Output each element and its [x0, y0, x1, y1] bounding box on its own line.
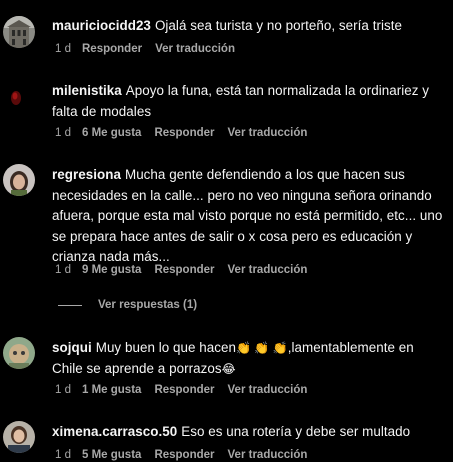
view-replies-label[interactable]: Ver respuestas (1) — [98, 299, 197, 311]
translate-button[interactable]: Ver traducción — [228, 127, 308, 139]
comment-time: 1 d — [55, 449, 71, 461]
avatar[interactable] — [3, 80, 35, 112]
likes-count[interactable]: 9 Me gusta — [82, 264, 141, 276]
avatar[interactable] — [3, 421, 35, 453]
likes-count[interactable]: 6 Me gusta — [82, 127, 141, 139]
comment-username[interactable]: sojqui — [52, 340, 92, 355]
reply-button[interactable]: Responder — [154, 449, 214, 461]
comment-text: sojqui Muy buen lo que hacen👏 👏 👏,lamenta… — [52, 338, 448, 379]
likes-count[interactable]: 1 Me gusta — [82, 384, 141, 396]
avatar[interactable] — [3, 164, 35, 196]
view-replies-button[interactable]: Ver respuestas (1) — [58, 299, 197, 311]
comment-text: ximena.carrasco.50 Eso es una rotería y d… — [52, 422, 448, 443]
comment-actions: 1 d 1 Me gusta Responder Ver traducción — [55, 384, 320, 396]
translate-button[interactable]: Ver traducción — [228, 264, 308, 276]
replies-divider — [58, 304, 82, 306]
comment-username[interactable]: regresiona — [52, 167, 121, 182]
comment-time: 1 d — [55, 127, 71, 139]
comment-time: 1 d — [55, 43, 71, 55]
comment-text: regresiona Mucha gente defendiendo a los … — [52, 165, 448, 268]
comment-time: 1 d — [55, 264, 71, 276]
comment-text: milenistika Apoyo la funa, está tan norma… — [52, 81, 448, 122]
comment-username[interactable]: milenistika — [52, 83, 122, 98]
comment-username[interactable]: mauriciocidd23 — [52, 18, 151, 33]
avatar[interactable] — [3, 16, 35, 48]
comment-actions: 1 d 5 Me gusta Responder Ver traducción — [55, 449, 320, 461]
translate-button[interactable]: Ver traducción — [228, 384, 308, 396]
likes-count[interactable]: 5 Me gusta — [82, 449, 141, 461]
comment-actions: 1 d Responder Ver traducción — [55, 43, 248, 55]
reply-button[interactable]: Responder — [154, 384, 214, 396]
reply-button[interactable]: Responder — [154, 127, 214, 139]
avatar[interactable] — [3, 337, 35, 369]
translate-button[interactable]: Ver traducción — [155, 43, 235, 55]
clapping-hands-emoji: 👏 👏 👏 — [236, 341, 288, 355]
comment-time: 1 d — [55, 384, 71, 396]
comment-body: Ojalá sea turista y no porteño, sería tr… — [154, 18, 403, 33]
comment-username[interactable]: ximena.carrasco.50 — [52, 424, 177, 439]
comment-text: mauriciocidd23 Ojalá sea turista y no por… — [52, 16, 448, 37]
translate-button[interactable]: Ver traducción — [228, 449, 308, 461]
comment-body: Eso es una rotería y debe ser multado — [181, 424, 411, 439]
laughing-emoji: 😂 — [221, 361, 236, 376]
reply-button[interactable]: Responder — [154, 264, 214, 276]
reply-button[interactable]: Responder — [82, 43, 142, 55]
comment-body: Muy buen lo que hacen — [95, 340, 236, 355]
comment-actions: 1 d 6 Me gusta Responder Ver traducción — [55, 127, 320, 139]
comment-actions: 1 d 9 Me gusta Responder Ver traducción — [55, 264, 320, 276]
